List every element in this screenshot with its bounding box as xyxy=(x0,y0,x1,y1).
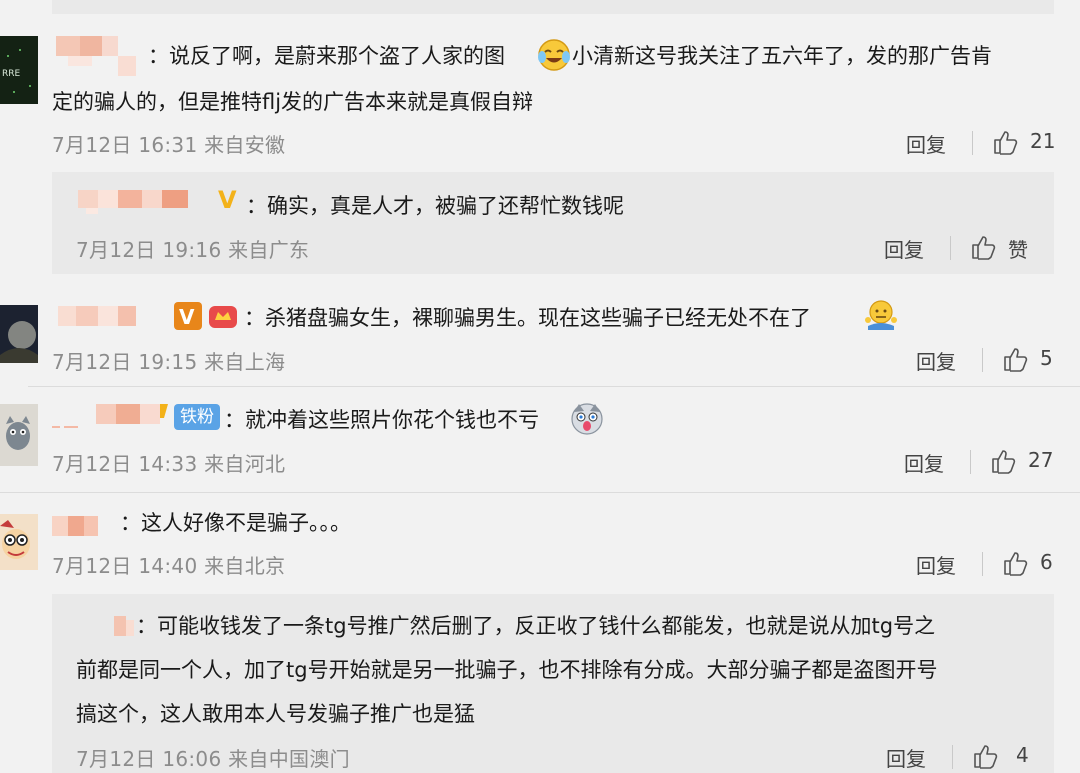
thumbs-up-icon[interactable] xyxy=(1002,550,1028,576)
divider xyxy=(970,450,971,474)
like-button-label[interactable]: 赞 xyxy=(1008,234,1028,263)
comment-time: 7月12日 16:31 来自安徽 xyxy=(52,133,286,157)
like-count: 5 xyxy=(1040,346,1053,370)
avatar[interactable] xyxy=(0,514,38,570)
like-count: 6 xyxy=(1040,550,1053,574)
username-blurred[interactable] xyxy=(114,616,136,636)
comment-text-line-2: 前都是同一个人，加了tg号开始就是另一批骗子，也不排除有分成。大部分骗子都是盗图… xyxy=(76,658,938,682)
divider xyxy=(952,745,953,769)
divider xyxy=(982,348,983,372)
member-badge-icon: V xyxy=(174,302,202,330)
comment-text: ：杀猪盘骗女生，裸聊骗男生。现在这些骗子已经无处不在了 xyxy=(244,306,811,330)
vip-badge-icon: V xyxy=(218,186,237,214)
comment-text-line-2: 定的骗人的，但是推特flj发的广告本来就是真假自辩 xyxy=(52,90,534,114)
divider xyxy=(982,552,983,576)
comment-time: 7月12日 19:16 来自广东 xyxy=(76,238,310,262)
comment-text: ：就冲着这些照片你花个钱也不亏 xyxy=(224,408,539,432)
username-blurred[interactable] xyxy=(58,306,138,326)
husky-emoji-icon xyxy=(570,402,604,436)
avatar[interactable] xyxy=(0,305,38,363)
comment-time: 7月12日 16:06 来自中国澳门 xyxy=(76,747,350,771)
username-blurred[interactable] xyxy=(52,404,168,434)
svg-text:RRE: RRE xyxy=(2,69,21,79)
avatar[interactable] xyxy=(0,404,38,466)
comment-text-line-1: ：可能收钱发了一条tg号推广然后删了，反正收了钱什么都能发，也就是说从加tg号之 xyxy=(136,614,936,638)
thumbs-up-icon[interactable] xyxy=(992,129,1018,155)
like-count: 21 xyxy=(1030,129,1056,153)
svg-text:V: V xyxy=(179,305,195,329)
comment-text: ：确实，真是人才，被骗了还帮忙数钱呢 xyxy=(246,194,624,218)
comment-time: 7月12日 14:33 来自河北 xyxy=(52,452,286,476)
divider xyxy=(950,236,951,260)
comment-time: 7月12日 14:40 来自北京 xyxy=(52,554,286,578)
comment-text-line-1b: 小清新这号我关注了五六年了，发的那广告肯 xyxy=(572,44,992,68)
like-count: 27 xyxy=(1028,448,1054,472)
reply-button[interactable]: 回复 xyxy=(886,743,926,772)
like-count: 4 xyxy=(1016,743,1029,767)
crown-icon xyxy=(209,306,237,328)
reply-button[interactable]: 回复 xyxy=(884,234,924,263)
comment-time: 7月12日 19:15 来自上海 xyxy=(52,350,286,374)
username-blurred[interactable] xyxy=(56,36,140,76)
comment-text-line-3: 搞这个，这人敢用本人号发骗子推广也是猛 xyxy=(76,702,475,726)
avatar[interactable]: RRE xyxy=(0,36,38,104)
reply-button[interactable]: 回复 xyxy=(904,448,944,477)
reply-button[interactable]: 回复 xyxy=(906,129,946,158)
fan-badge: 铁粉 xyxy=(174,404,220,430)
username-blurred[interactable] xyxy=(52,516,100,536)
comment-divider xyxy=(0,492,1080,493)
previous-reply-panel xyxy=(52,0,1054,14)
comment-text-line-1: ：说反了啊，是蔚来那个盗了人家的图 xyxy=(148,34,505,78)
username-blurred[interactable] xyxy=(78,190,196,214)
thumbs-up-icon[interactable] xyxy=(990,448,1016,474)
thumbs-up-icon[interactable] xyxy=(970,234,996,260)
comment-divider xyxy=(28,386,1080,387)
thumbs-up-icon[interactable] xyxy=(1002,346,1028,372)
reply-button[interactable]: 回复 xyxy=(916,550,956,579)
laughing-crying-emoji-icon xyxy=(537,38,571,72)
thumbs-up-icon[interactable] xyxy=(972,743,998,769)
comment-text: ：说反了啊，是蔚来那个盗了人家的图 xyxy=(148,44,505,68)
comment-text: ：这人好像不是骗子。。。 xyxy=(120,511,351,535)
shrug-emoji-icon xyxy=(864,298,898,332)
divider xyxy=(972,131,973,155)
reply-button[interactable]: 回复 xyxy=(916,346,956,375)
